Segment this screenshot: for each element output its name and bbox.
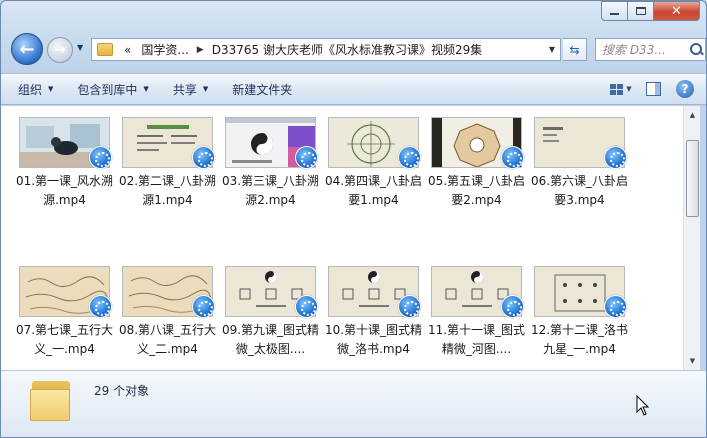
file-item[interactable]: 04.第四课_八卦启要1.mp4 [325, 114, 431, 244]
forward-button[interactable]: → [47, 37, 73, 63]
file-item[interactable]: 08.第八课_五行大义_二.mp4 [119, 263, 225, 370]
share-label: 共享 [172, 82, 197, 97]
chevron-down-icon: ▼ [143, 85, 149, 93]
search-input[interactable]: 搜索 D33... [595, 38, 706, 61]
toolbar-right: ▼ ? [600, 79, 696, 99]
new-folder-button[interactable]: 新建文件夹 [232, 81, 292, 98]
view-grid-icon [610, 83, 624, 95]
vertical-scrollbar[interactable]: ▲ ▼ [683, 106, 700, 370]
file-item[interactable]: 12.第十二课_洛书九星_一.mp4 [531, 263, 637, 370]
file-name: 04.第四课_八卦启要1.mp4 [324, 174, 423, 207]
file-item[interactable]: 11.第十一课_图式精微_河图.... [428, 263, 534, 370]
media-player-icon [604, 295, 627, 318]
preview-pane-button[interactable] [642, 79, 664, 99]
address-dropdown-icon[interactable]: ▼ [544, 45, 560, 54]
organize-menu[interactable]: 组织 ▼ [18, 81, 53, 98]
file-name: 07.第七课_五行大义_一.mp4 [15, 323, 114, 356]
close-button[interactable]: ✕ [654, 1, 700, 21]
media-player-icon [192, 146, 215, 169]
close-icon: ✕ [671, 3, 682, 19]
command-bar: 组织 ▼ 包含到库中 ▼ 共享 ▼ 新建文件夹 ▼ ? [1, 73, 706, 105]
media-player-icon [192, 295, 215, 318]
minimize-button[interactable] [601, 1, 628, 21]
item-count: 29 个对象 [94, 384, 150, 398]
file-item[interactable]: 01.第一课_风水溯源.mp4 [16, 114, 122, 244]
file-item[interactable]: 02.第二课_八卦溯源1.mp4 [119, 114, 225, 244]
file-view[interactable]: 01.第一课_风水溯源.mp4 02.第二课_八卦溯源1.mp4 03.第三课_… [1, 106, 683, 370]
chevron-down-icon: ▼ [77, 43, 84, 52]
media-player-icon [398, 295, 421, 318]
breadcrumb-segment-parent[interactable]: 国学资... [136, 41, 193, 58]
media-player-icon [89, 295, 112, 318]
file-name: 09.第九课_图式精微_太极图.... [221, 323, 320, 356]
file-name: 11.第十一课_图式精微_河图.... [427, 323, 526, 356]
media-player-icon [398, 146, 421, 169]
file-name: 08.第八课_五行大义_二.mp4 [118, 323, 217, 356]
new-folder-label: 新建文件夹 [232, 82, 293, 97]
scroll-thumb[interactable] [686, 140, 699, 217]
media-player-icon [604, 146, 627, 169]
chevron-down-icon: ▼ [626, 85, 632, 93]
chevron-up-icon: ▲ [689, 111, 696, 119]
folder-icon [30, 379, 74, 421]
preview-pane-icon [645, 82, 661, 96]
file-item[interactable]: 05.第五课_八卦启要2.mp4 [428, 114, 534, 244]
search-placeholder: 搜索 D33... [602, 43, 666, 57]
search-icon [687, 41, 705, 59]
organize-label: 组织 [18, 82, 43, 97]
file-name: 02.第二课_八卦溯源1.mp4 [118, 174, 217, 207]
refresh-button[interactable]: ⇆ [563, 38, 587, 61]
media-player-icon [295, 146, 318, 169]
help-button[interactable]: ? [674, 79, 696, 99]
media-player-icon [295, 295, 318, 318]
back-arrow-icon: ← [19, 38, 35, 60]
scroll-down-button[interactable]: ▼ [685, 353, 700, 369]
include-library-menu[interactable]: 包含到库中 ▼ [77, 81, 148, 98]
file-item[interactable]: 07.第七课_五行大义_一.mp4 [16, 263, 122, 370]
file-item[interactable]: 09.第九课_图式精微_太极图.... [222, 263, 328, 370]
chevron-down-icon: ▼ [202, 85, 209, 93]
minimize-icon [610, 13, 619, 15]
breadcrumb-arrow-icon[interactable]: ▶ [194, 45, 207, 55]
include-library-label: 包含到库中 [77, 82, 138, 97]
address-bar[interactable]: « 国学资... ▶ D33765 谢大庆老师《风水标准教习课》视频29集 ▼ [91, 38, 561, 61]
file-item[interactable]: 03.第三课_八卦溯源2.mp4 [222, 114, 328, 244]
address-overflow[interactable]: « [119, 43, 136, 57]
folder-icon [97, 43, 113, 56]
details-pane: 29 个对象 [1, 370, 706, 437]
explorer-window: ✕ ← → ▼ « 国学资... ▶ D33765 谢大庆老师《风水标准教习课》… [0, 0, 707, 438]
maximize-icon [635, 7, 646, 15]
file-name: 06.第六课_八卦启要3.mp4 [530, 174, 629, 207]
media-player-icon [501, 146, 524, 169]
scroll-up-button[interactable]: ▲ [685, 107, 700, 123]
maximize-button[interactable] [628, 1, 654, 21]
chevron-down-icon: ▼ [689, 357, 696, 365]
file-name: 03.第三课_八卦溯源2.mp4 [221, 174, 320, 207]
navigation-bar: ← → ▼ « 国学资... ▶ D33765 谢大庆老师《风水标准教习课》视频… [11, 33, 706, 67]
file-item[interactable]: 06.第六课_八卦启要3.mp4 [531, 114, 637, 244]
file-name: 10.第十课_图式精微_洛书.mp4 [324, 323, 423, 356]
breadcrumb-segment-current[interactable]: D33765 谢大庆老师《风水标准教习课》视频29集 [207, 41, 488, 58]
help-icon: ? [676, 80, 694, 98]
media-player-icon [501, 295, 524, 318]
file-name: 05.第五课_八卦启要2.mp4 [427, 174, 526, 207]
change-view-button[interactable]: ▼ [610, 79, 632, 99]
file-item[interactable]: 10.第十课_图式精微_洛书.mp4 [325, 263, 431, 370]
back-button[interactable]: ← [11, 33, 43, 65]
file-name: 01.第一课_风水溯源.mp4 [15, 174, 114, 207]
chevron-down-icon: ▼ [48, 85, 54, 93]
caption-buttons: ✕ [601, 1, 700, 21]
refresh-icon: ⇆ [569, 42, 580, 57]
forward-arrow-icon: → [54, 42, 66, 58]
file-name: 12.第十二课_洛书九星_一.mp4 [530, 323, 629, 356]
recent-pages-dropdown[interactable]: ▼ [77, 43, 83, 52]
share-menu[interactable]: 共享 ▼ [173, 81, 208, 98]
media-player-icon [89, 146, 112, 169]
